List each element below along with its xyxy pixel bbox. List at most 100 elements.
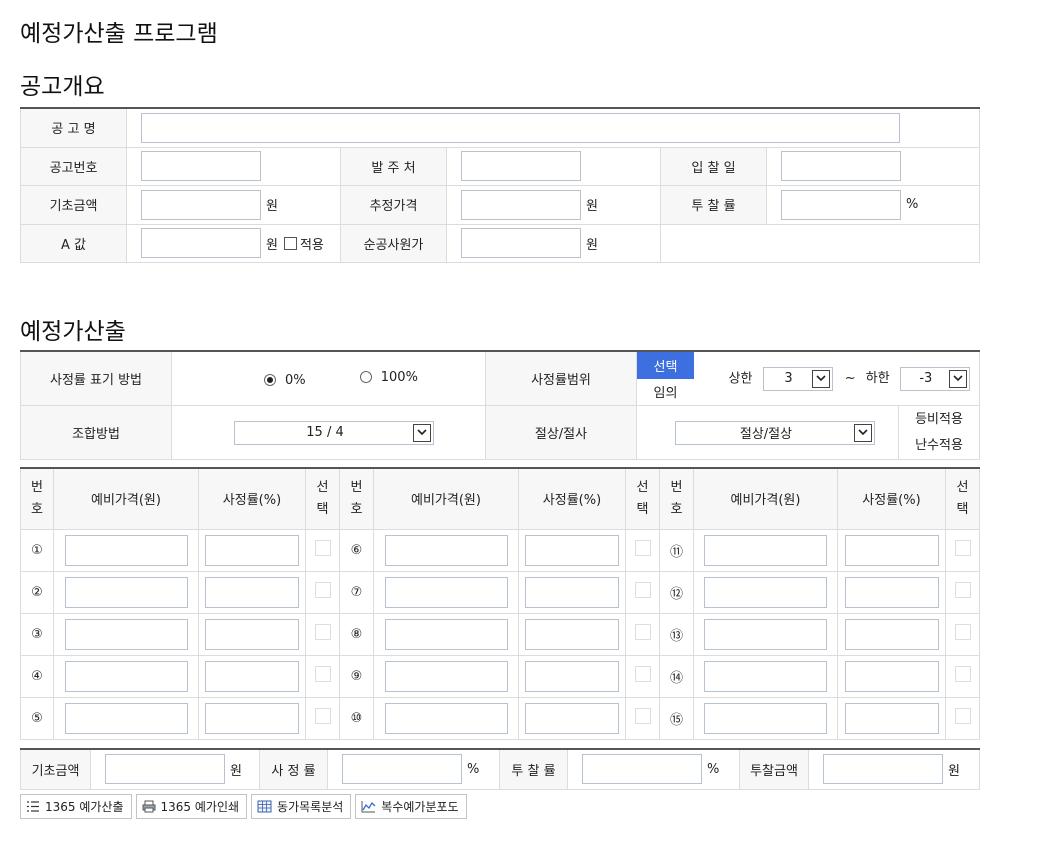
combo-select[interactable]: 15 / 4 [234, 420, 434, 445]
rate-input[interactable] [844, 618, 939, 650]
radio-100-percent[interactable]: 100% [359, 370, 418, 385]
rate-input[interactable] [844, 702, 939, 734]
summary-base-input[interactable] [105, 754, 225, 785]
price-input[interactable] [704, 702, 827, 734]
select-checkbox[interactable] [954, 540, 971, 556]
rate-input[interactable] [205, 576, 299, 608]
header-num: 번호 [339, 467, 374, 530]
upper-select[interactable]: 3 [762, 366, 833, 391]
price-input[interactable] [64, 660, 188, 692]
row-number: ④ [20, 654, 54, 698]
notice-number-label: 공고번호 [20, 146, 127, 186]
select-checkbox[interactable] [954, 624, 971, 640]
summary-rate-input[interactable] [342, 754, 462, 785]
summary-bid-amount-label: 투찰금액 [739, 748, 809, 790]
select-checkbox[interactable] [634, 582, 651, 598]
percent-unit: % [467, 761, 480, 777]
price-input[interactable] [384, 702, 508, 734]
multi-dist-label: 복수예가분포도 [381, 800, 459, 814]
calc-1365-label: 1365 예가산출 [45, 800, 124, 814]
a-value-input[interactable] [141, 228, 261, 258]
select-checkbox[interactable] [314, 540, 331, 556]
rate-input[interactable] [205, 618, 299, 650]
price-input[interactable] [64, 534, 188, 566]
toggle-arbitrary-option[interactable]: 임의 [637, 378, 694, 405]
row-number: ⑥ [339, 528, 374, 572]
rate-input[interactable] [525, 660, 619, 692]
select-checkbox[interactable] [634, 540, 651, 556]
select-checkbox[interactable] [954, 582, 971, 598]
same-analysis-button[interactable]: 동가목록분석 [251, 794, 352, 819]
bid-date-input[interactable] [781, 151, 901, 181]
price-input[interactable] [64, 618, 188, 650]
row-number: ⑬ [659, 612, 694, 656]
base-amount-input[interactable] [141, 189, 261, 220]
select-checkbox[interactable] [314, 708, 331, 724]
row-number: ⑭ [659, 654, 694, 698]
lower-label: 하한 [865, 371, 890, 386]
won-unit: 원 [948, 763, 960, 779]
summary-bid-amount-input[interactable] [823, 754, 943, 785]
select-checkbox[interactable] [314, 582, 331, 598]
a-value-label: A 값 [20, 223, 127, 263]
rate-input[interactable] [844, 576, 939, 608]
price-input[interactable] [704, 534, 827, 566]
price-input[interactable] [384, 534, 508, 566]
notice-section-title: 공고개요 [20, 74, 105, 100]
price-input[interactable] [384, 576, 508, 608]
price-input[interactable] [704, 660, 827, 692]
select-checkbox[interactable] [314, 666, 331, 682]
random-button[interactable]: 난수적용 [899, 433, 979, 459]
bid-rate-input[interactable] [781, 189, 901, 220]
price-grid: 번호 예비가격(원) 사정률(%) 선택 번호 예비가격(원) 사정률(%) 선… [20, 467, 980, 740]
estimated-price-input[interactable] [461, 189, 581, 220]
price-input[interactable] [64, 702, 188, 734]
apply-checkbox[interactable] [283, 236, 297, 250]
net-cost-input[interactable] [461, 228, 581, 258]
calc-1365-button[interactable]: 1365 예가산출 [20, 794, 132, 819]
price-input[interactable] [384, 660, 508, 692]
round-select[interactable]: 절상/절상 [675, 420, 875, 445]
price-input[interactable] [704, 618, 827, 650]
upper-label: 상한 [728, 371, 753, 386]
select-checkbox[interactable] [314, 624, 331, 640]
price-input[interactable] [384, 618, 508, 650]
calc-settings-table: 사정률 표기 방법 0% 100% 사정률범위 선택 임의 상한 3 ~ 하한 … [20, 350, 980, 460]
rate-input[interactable] [844, 660, 939, 692]
print-1365-button[interactable]: 1365 예가인쇄 [135, 794, 248, 819]
radio-0-label: 0% [285, 372, 306, 388]
equal-ratio-button[interactable]: 등비적용 [899, 407, 979, 433]
rate-input[interactable] [205, 534, 299, 566]
round-label: 절상/절사 [485, 405, 637, 460]
select-checkbox[interactable] [634, 708, 651, 724]
estimated-price-label: 추정가격 [340, 184, 447, 225]
multi-dist-button[interactable]: 복수예가분포도 [355, 794, 467, 819]
price-input[interactable] [64, 576, 188, 608]
lower-select[interactable]: -3 [899, 366, 970, 391]
price-input[interactable] [704, 576, 827, 608]
radio-0-percent[interactable]: 0% [264, 373, 306, 388]
orderer-input[interactable] [461, 151, 581, 181]
rate-input[interactable] [205, 702, 299, 734]
rate-input[interactable] [844, 534, 939, 566]
same-analysis-label: 동가목록분석 [277, 800, 344, 814]
toggle-select-option[interactable]: 선택 [637, 352, 694, 379]
won-unit: 원 [266, 237, 278, 253]
select-checkbox[interactable] [634, 666, 651, 682]
notice-number-input[interactable] [141, 151, 261, 181]
bid-date-label: 입 찰 일 [660, 146, 767, 186]
notice-name-input[interactable] [141, 112, 900, 143]
won-unit: 원 [266, 199, 278, 214]
rate-input[interactable] [525, 576, 619, 608]
rate-input[interactable] [525, 702, 619, 734]
select-checkbox[interactable] [634, 624, 651, 640]
table-row: ② ⑦ ⑫ [20, 570, 980, 614]
rate-input[interactable] [205, 660, 299, 692]
rate-input[interactable] [525, 534, 619, 566]
rate-input[interactable] [525, 618, 619, 650]
select-checkbox[interactable] [954, 708, 971, 724]
summary-bid-rate-input[interactable] [582, 754, 702, 785]
select-checkbox[interactable] [954, 666, 971, 682]
header-select: 선택 [945, 467, 980, 530]
round-value: 절상/절상 [739, 427, 793, 442]
